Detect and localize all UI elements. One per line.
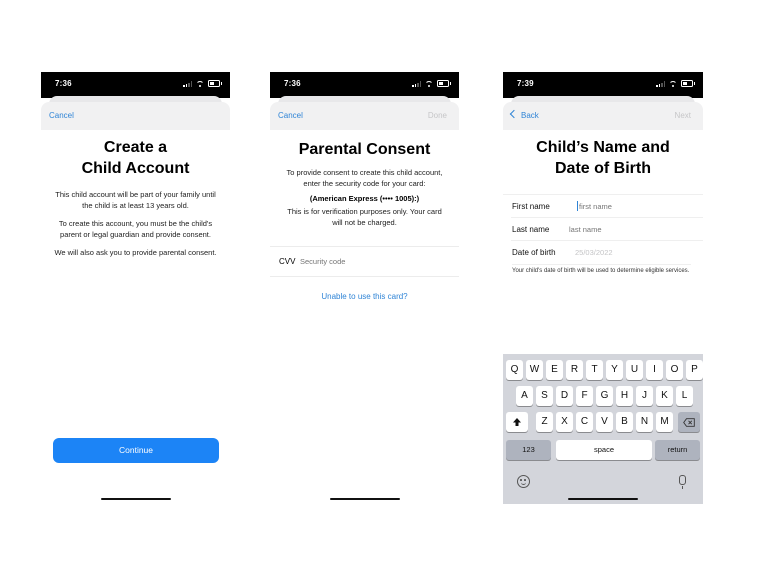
key-h[interactable]: H <box>616 386 633 406</box>
status-bar: 7:36 <box>270 72 459 98</box>
home-indicator[interactable] <box>329 497 400 500</box>
battery-icon <box>681 80 695 87</box>
last-name-row: Last name <box>511 218 703 241</box>
key-f[interactable]: F <box>576 386 593 406</box>
battery-icon <box>437 80 451 87</box>
shift-key[interactable] <box>506 412 528 432</box>
cancel-button[interactable]: Cancel <box>278 111 303 120</box>
shift-icon <box>513 418 521 426</box>
cvv-label: CVV <box>279 257 296 266</box>
done-button[interactable]: Done <box>428 111 447 120</box>
keyboard-row-2: ASDFGHJKL <box>503 386 703 406</box>
key-r[interactable]: R <box>566 360 583 380</box>
status-bar: 7:36 <box>41 72 230 98</box>
status-time: 7:36 <box>55 79 72 88</box>
keyboard: QWERTYUIOP ASDFGHJKL ZXCVBNM 123 space r… <box>503 354 703 504</box>
status-time: 7:39 <box>517 79 534 88</box>
next-button[interactable]: Next <box>675 111 691 120</box>
key-u[interactable]: U <box>626 360 643 380</box>
backspace-icon <box>683 417 695 427</box>
key-x[interactable]: X <box>556 412 573 432</box>
cvv-row: CVV <box>270 246 459 277</box>
key-n[interactable]: N <box>636 412 653 432</box>
first-name-input[interactable] <box>579 202 699 211</box>
first-name-label: First name <box>512 202 550 211</box>
key-m[interactable]: M <box>656 412 673 432</box>
chevron-left-icon <box>509 109 519 119</box>
page-title: Parental Consent <box>298 141 431 158</box>
key-g[interactable]: G <box>596 386 613 406</box>
keyboard-row-3: ZXCVBNM <box>503 412 703 432</box>
key-z[interactable]: Z <box>536 412 553 432</box>
text-cursor <box>577 201 578 211</box>
cancel-button[interactable]: Cancel <box>49 111 74 120</box>
key-l[interactable]: L <box>676 386 693 406</box>
page-title: Create a Child Account <box>81 139 190 177</box>
key-p[interactable]: P <box>686 360 703 380</box>
key-t[interactable]: T <box>586 360 603 380</box>
key-w[interactable]: W <box>526 360 543 380</box>
create-child-account-screen: 7:36 Cancel Create a Child Account This … <box>41 72 230 504</box>
key-o[interactable]: O <box>666 360 683 380</box>
child-details-form: First name Last name Date of birth 25/03… <box>503 194 703 263</box>
key-y[interactable]: Y <box>606 360 623 380</box>
key-k[interactable]: K <box>656 386 673 406</box>
wifi-icon <box>669 80 677 87</box>
card-info: (American Express (•••• 1005):) <box>309 194 420 203</box>
last-name-input[interactable] <box>569 225 689 234</box>
key-a[interactable]: A <box>516 386 533 406</box>
cellular-signal-icon <box>656 80 665 87</box>
consent-intro-text: To provide consent to create this child … <box>286 168 443 188</box>
date-of-birth-value[interactable]: 25/03/2022 <box>575 248 695 257</box>
key-e[interactable]: E <box>546 360 563 380</box>
status-bar: 7:39 <box>503 72 703 98</box>
key-j[interactable]: J <box>636 386 653 406</box>
cellular-signal-icon <box>412 80 421 87</box>
nav-bar: Back Next <box>503 102 703 130</box>
delete-key[interactable] <box>678 412 700 432</box>
page-title: Child’s Name and Date of Birth <box>536 139 670 177</box>
home-indicator[interactable] <box>568 497 638 500</box>
nav-bar: Cancel Done <box>270 102 459 130</box>
guardian-info-text: To create this account, you must be the … <box>58 219 213 239</box>
key-q[interactable]: Q <box>506 360 523 380</box>
nav-bar: Cancel <box>41 102 230 130</box>
key-d[interactable]: D <box>556 386 573 406</box>
key-c[interactable]: C <box>576 412 593 432</box>
child-name-dob-screen: 7:39 Back Next Child’s Name and Date of … <box>503 72 703 504</box>
parental-consent-screen: 7:36 Cancel Done Parental Consent To pro… <box>270 72 459 504</box>
key-s[interactable]: S <box>536 386 553 406</box>
microphone-icon[interactable] <box>679 475 686 489</box>
key-i[interactable]: I <box>646 360 663 380</box>
home-indicator[interactable] <box>100 497 171 500</box>
wifi-icon <box>425 80 433 87</box>
back-button[interactable]: Back <box>509 109 539 120</box>
date-of-birth-row: Date of birth 25/03/2022 <box>511 241 703 263</box>
continue-button[interactable]: Continue <box>53 438 219 463</box>
date-of-birth-label: Date of birth <box>512 248 556 257</box>
family-info-text: This child account will be part of your … <box>55 190 216 210</box>
status-time: 7:36 <box>284 79 301 88</box>
wifi-icon <box>196 80 204 87</box>
key-v[interactable]: V <box>596 412 613 432</box>
last-name-label: Last name <box>512 225 550 234</box>
cvv-input[interactable] <box>300 257 420 266</box>
keyboard-row-1: QWERTYUIOP <box>503 360 703 380</box>
space-key[interactable]: space <box>556 440 652 460</box>
numbers-key[interactable]: 123 <box>506 440 551 460</box>
unable-to-use-card-link[interactable]: Unable to use this card? <box>270 292 459 301</box>
emoji-icon[interactable] <box>517 475 530 488</box>
battery-icon <box>208 80 222 87</box>
keyboard-row-4: 123 space return <box>503 440 703 460</box>
verification-disclaimer: This is for verification purposes only. … <box>287 207 442 227</box>
first-name-row: First name <box>511 195 703 218</box>
key-b[interactable]: B <box>616 412 633 432</box>
consent-info-text: We will also ask you to provide parental… <box>54 248 217 257</box>
dob-note: Your child's date of birth will be used … <box>512 264 691 275</box>
cellular-signal-icon <box>183 80 192 87</box>
return-key[interactable]: return <box>655 440 700 460</box>
